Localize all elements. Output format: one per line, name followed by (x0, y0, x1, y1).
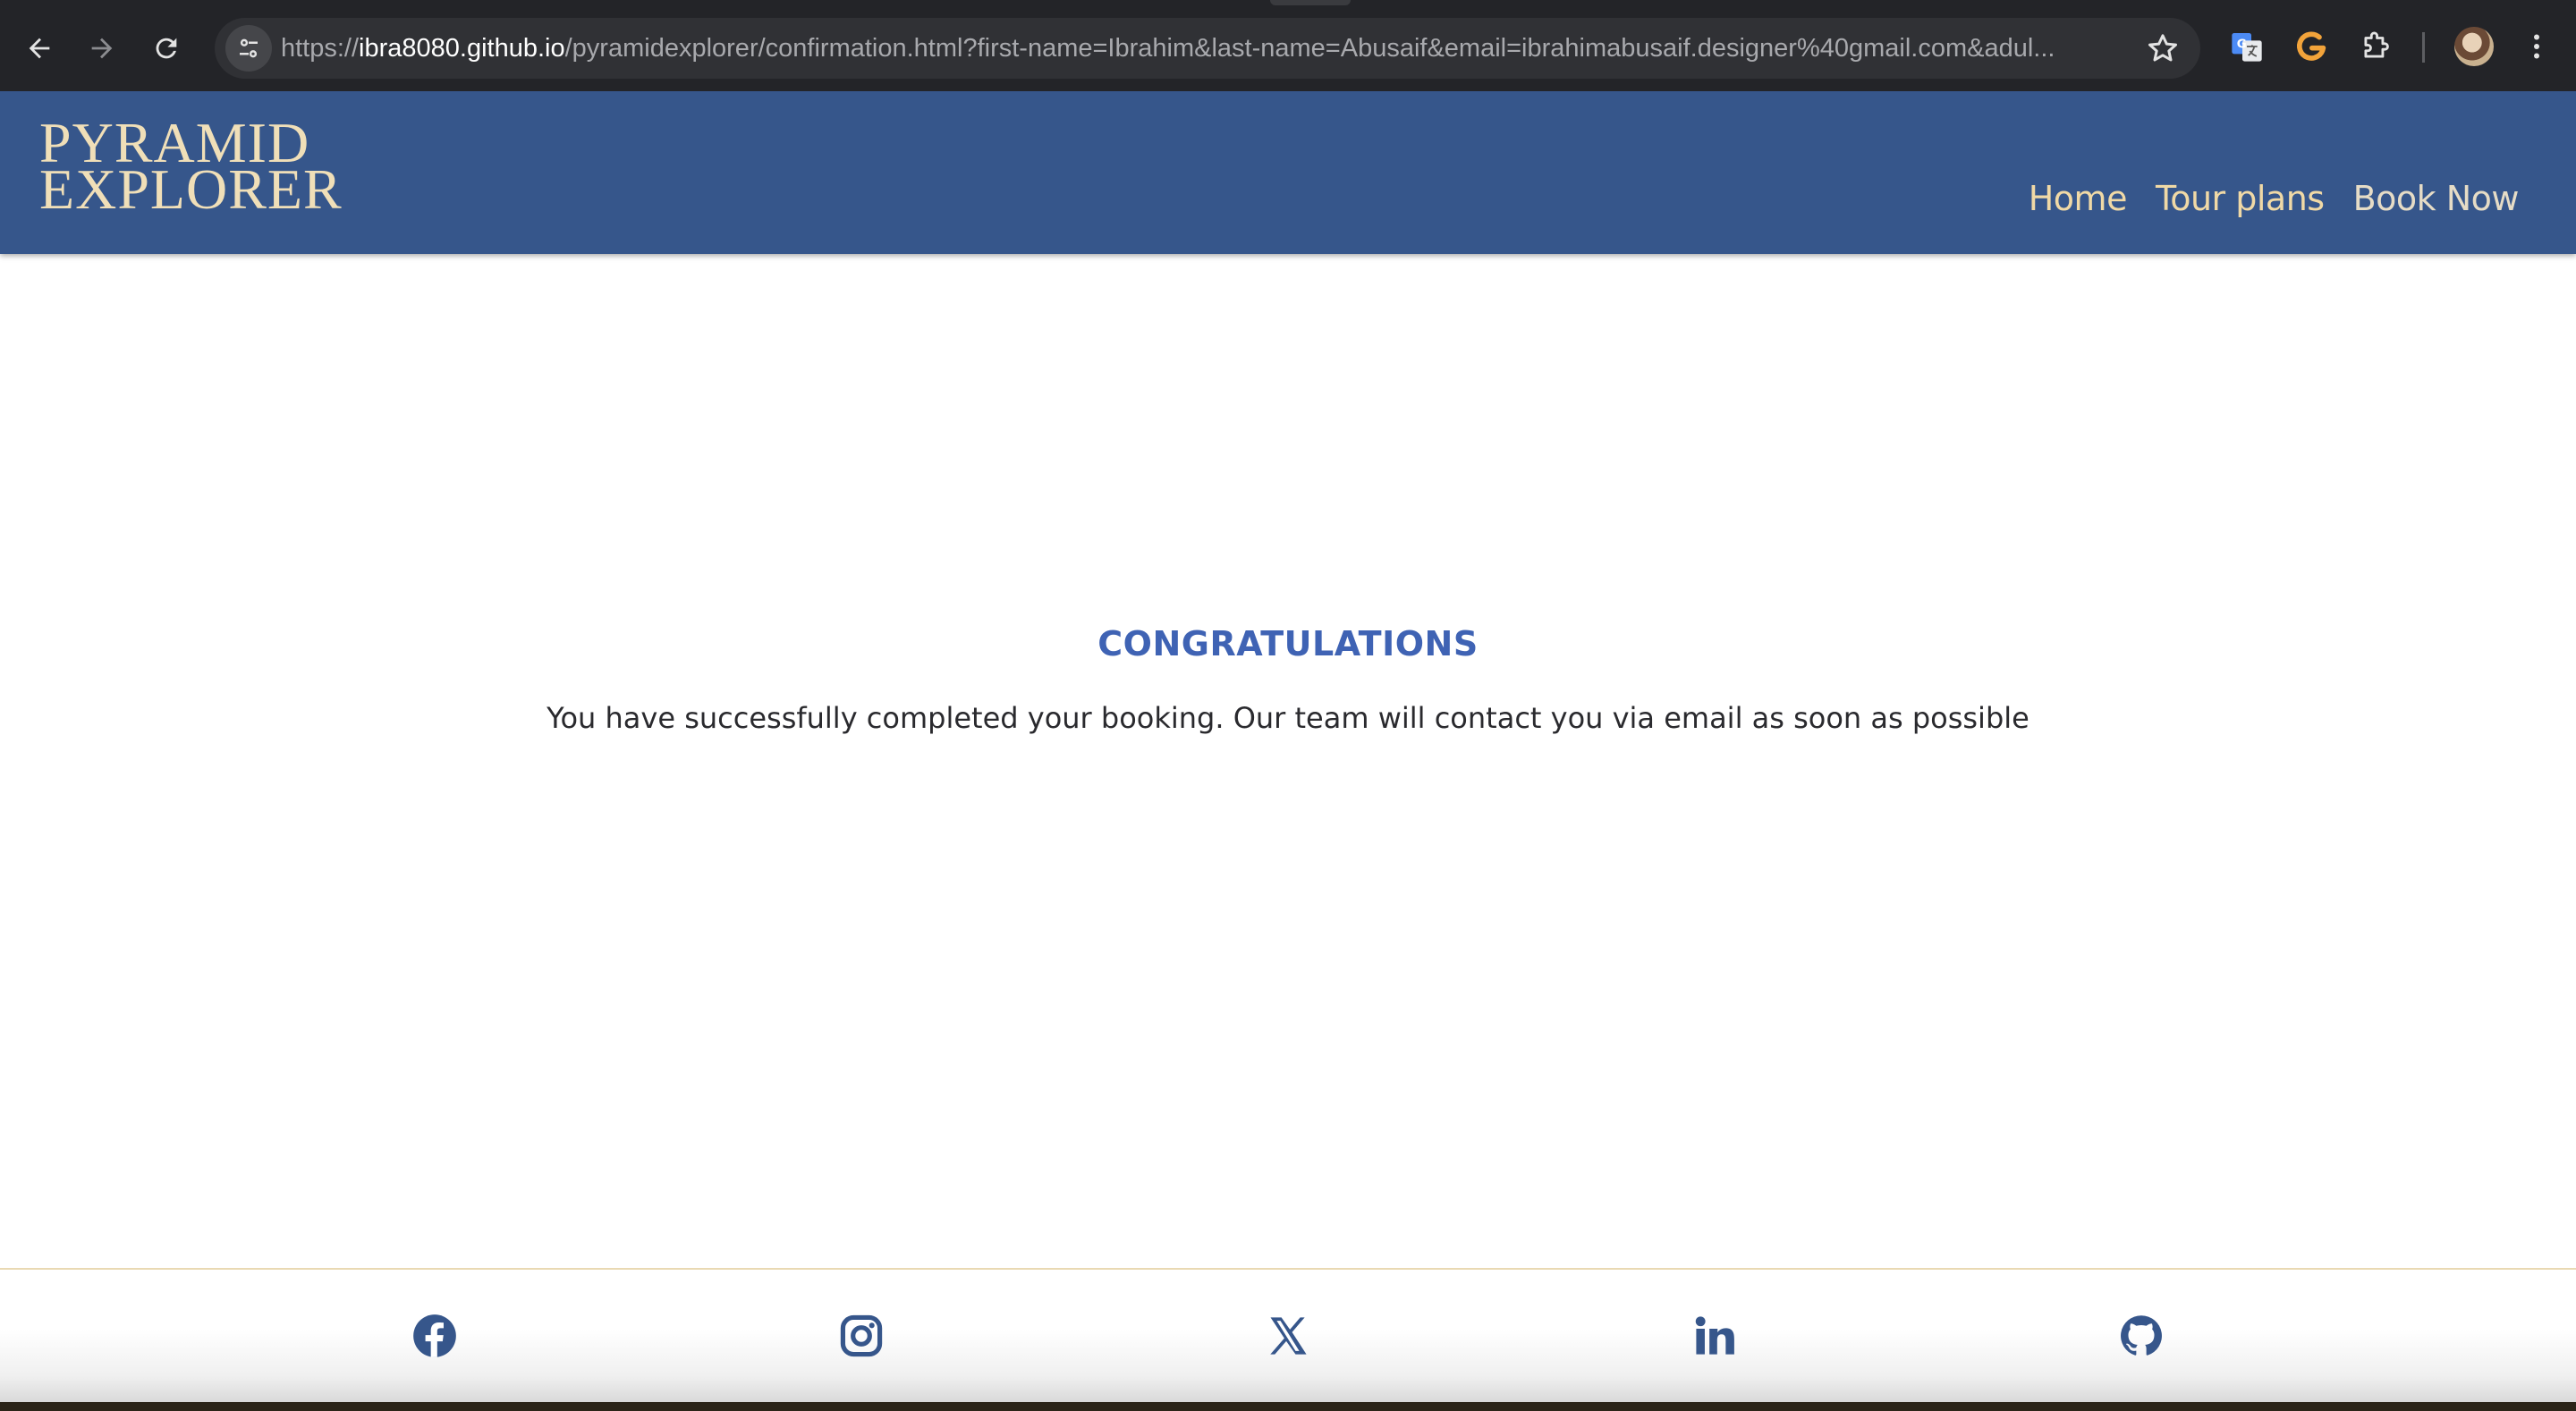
url-path: /pyramidexplorer/confirmation.html?first… (564, 34, 2055, 63)
instagram-icon (840, 1314, 883, 1357)
extensions-puzzle-icon[interactable] (2356, 27, 2395, 66)
reload-button[interactable] (141, 23, 191, 73)
nav-home-link[interactable]: Home (2029, 179, 2128, 218)
linkedin-link[interactable] (1690, 1311, 1740, 1361)
toolbar-divider (2422, 32, 2425, 63)
confirmation-section: CONGRATULATIONS You have successfully co… (0, 254, 2576, 1270)
tab-strip-edge (1270, 0, 1351, 5)
github-icon (2121, 1315, 2162, 1356)
back-arrow-icon (29, 38, 50, 59)
bookmark-star-icon[interactable] (2145, 30, 2181, 66)
profile-avatar[interactable] (2454, 27, 2494, 66)
nav-tour-plans-link[interactable]: Tour plans (2156, 179, 2325, 218)
confirmation-message: You have successfully completed your boo… (547, 701, 2029, 735)
instagram-link[interactable] (836, 1311, 886, 1361)
page-viewport: PYRAMID EXPLORER Home Tour plans Book No… (0, 91, 2576, 1402)
url-text[interactable]: https://ibra8080.github.io/pyramidexplor… (281, 18, 2123, 79)
site-header: PYRAMID EXPLORER Home Tour plans Book No… (0, 91, 2576, 254)
x-link[interactable] (1263, 1311, 1313, 1361)
grammarly-extension-icon[interactable] (2292, 27, 2331, 66)
site-footer (0, 1268, 2576, 1402)
back-button[interactable] (14, 23, 64, 73)
address-bar[interactable]: https://ibra8080.github.io/pyramidexplor… (215, 18, 2200, 79)
congratulations-heading: CONGRATULATIONS (1097, 624, 1479, 663)
forward-button[interactable] (77, 23, 127, 73)
logo-line-2: EXPLORER (39, 157, 343, 221)
facebook-link[interactable] (410, 1311, 460, 1361)
github-link[interactable] (2116, 1311, 2166, 1361)
facebook-icon (413, 1314, 456, 1357)
site-info-button[interactable] (225, 25, 272, 72)
menu-kebab-icon[interactable] (2517, 27, 2556, 66)
url-prefix: https:// (281, 34, 360, 63)
main-nav: Home Tour plans Book Now (2029, 179, 2520, 218)
forward-arrow-icon (91, 38, 113, 59)
window-bottom-edge (0, 1402, 2576, 1411)
svg-text:G: G (2237, 38, 2247, 52)
url-host: ibra8080.github.io (359, 34, 565, 63)
reload-icon (156, 38, 177, 59)
google-translate-extension-icon[interactable]: G (2227, 27, 2267, 66)
browser-toolbar: https://ibra8080.github.io/pyramidexplor… (0, 0, 2576, 91)
tune-icon (240, 38, 258, 58)
site-logo[interactable]: PYRAMID EXPLORER (39, 114, 343, 221)
x-icon (1270, 1317, 1307, 1355)
nav-book-now-link[interactable]: Book Now (2353, 179, 2520, 218)
linkedin-icon (1695, 1316, 1734, 1355)
